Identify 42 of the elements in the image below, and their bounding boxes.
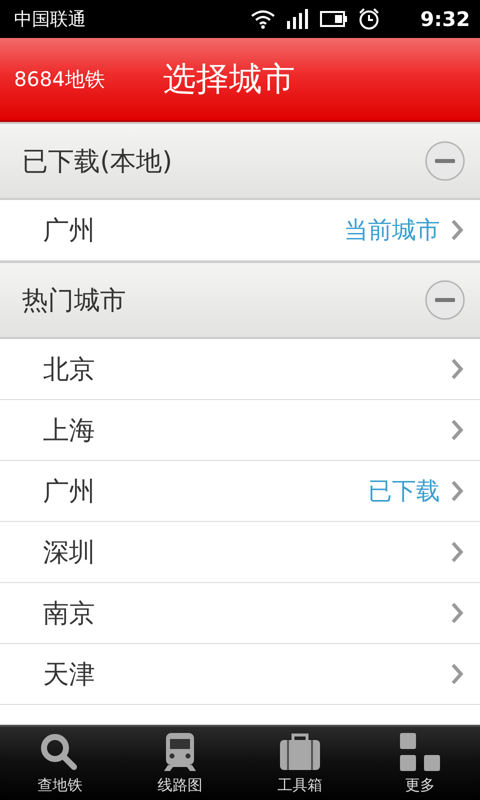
city-name: 南京: [43, 598, 96, 630]
city-status: 当前城市: [344, 215, 440, 246]
city-name: 北京: [43, 354, 96, 386]
city-status: 已下载: [368, 476, 440, 507]
briefcase-icon: [278, 732, 322, 772]
section-title: 热门城市: [22, 284, 126, 318]
chevron-icon: [450, 662, 464, 686]
alarm-icon: [358, 8, 380, 30]
battery-icon: [320, 11, 348, 27]
section-title: 已下载(本地): [22, 146, 172, 178]
city-name: 深圳: [43, 536, 96, 570]
signal-icon: [286, 9, 310, 29]
city-item[interactable]: 南京: [0, 583, 480, 644]
section-header[interactable]: 热门城市: [0, 261, 480, 339]
city-name: 广州: [43, 476, 96, 508]
carrier-name: 中国联通: [14, 8, 86, 31]
city-name: 天津: [43, 658, 96, 692]
city-name: 上海: [43, 414, 96, 448]
city-item[interactable]: 北京: [0, 339, 480, 400]
clock-time: 9:32: [420, 7, 470, 31]
tab-button[interactable]: 工具箱: [240, 727, 360, 800]
city-item[interactable]: 深圳: [0, 522, 480, 583]
tab-button[interactable]: 线路图: [120, 727, 240, 800]
collapse-icon[interactable]: [424, 279, 466, 321]
tab-button[interactable]: 查地铁: [0, 727, 120, 800]
app-name: 8684地铁: [14, 66, 105, 92]
collapse-icon[interactable]: [424, 140, 466, 182]
city-item[interactable]: 上海: [0, 400, 480, 461]
grid-icon: [398, 732, 442, 772]
city-name: 广州: [43, 214, 96, 248]
page-title: 选择城市: [162, 58, 295, 100]
city-item[interactable]: 天津: [0, 644, 480, 705]
chevron-icon: [450, 418, 464, 442]
city-item[interactable]: 广州 已下载: [0, 461, 480, 522]
chevron-icon: [450, 357, 464, 381]
chevron-icon: [450, 540, 464, 564]
wifi-icon: [250, 9, 276, 29]
chevron-icon: [450, 479, 464, 503]
section-header[interactable]: 已下载(本地): [0, 122, 480, 200]
tab-button[interactable]: 更多: [360, 727, 480, 800]
chevron-icon: [450, 601, 464, 625]
chevron-icon: [450, 218, 464, 242]
